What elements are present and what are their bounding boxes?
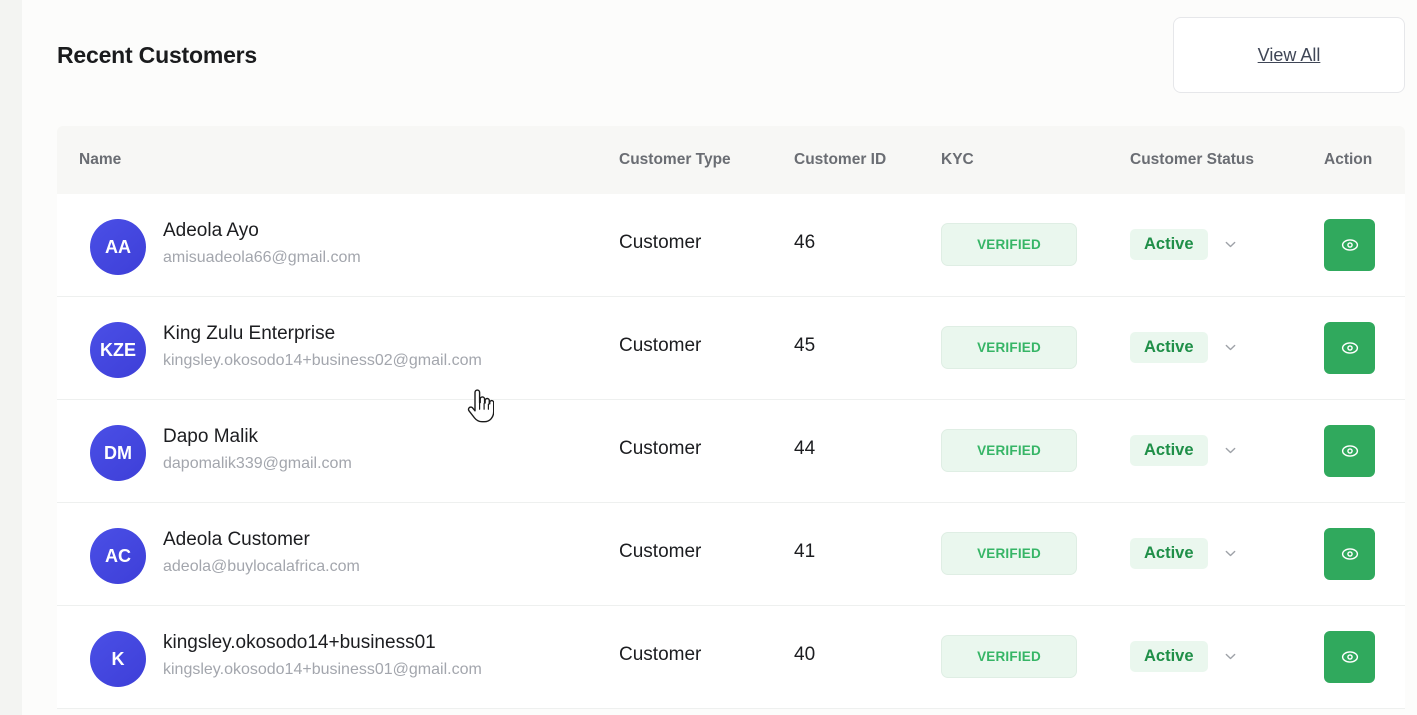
avatar: AA [90,219,146,275]
eye-icon [1341,548,1358,560]
kyc-badge: VERIFIED [941,223,1077,266]
customer-name: Adeola Ayo [163,220,259,241]
customer-email: kingsley.okosodo14+business02@gmail.com [163,352,482,369]
avatar: KZE [90,322,146,378]
chevron-down-icon[interactable] [1224,546,1238,560]
column-header-customer-type: Customer Type [619,151,731,168]
chevron-down-icon[interactable] [1224,340,1238,354]
eye-icon [1341,239,1358,251]
hand-pointer-icon [467,389,494,423]
customer-email: kingsley.okosodo14+business01@gmail.com [163,661,482,678]
avatar: DM [90,425,146,481]
column-header-name: Name [79,151,122,168]
status-dropdown[interactable]: Active [1130,537,1238,569]
view-customer-button[interactable] [1324,528,1375,580]
status-badge: Active [1130,434,1208,466]
kyc-badge: VERIFIED [941,532,1077,575]
chevron-down-icon[interactable] [1224,649,1238,663]
customer-name: King Zulu Enterprise [163,323,336,344]
customer-name: Adeola Customer [163,529,310,550]
column-header-action: Action [1324,151,1373,168]
customers-table: Name Customer Type Customer ID KYC Custo… [57,126,1405,709]
customer-type: Customer [619,438,702,459]
chevron-down-icon[interactable] [1224,237,1238,251]
customer-id: 44 [794,438,816,459]
avatar: K [90,631,146,687]
recent-customers-panel: Recent Customers View All Name Customer … [22,0,1417,715]
kyc-badge: VERIFIED [941,326,1077,369]
customer-email: amisuadeola66@gmail.com [163,249,361,266]
customer-email: adeola@buylocalafrica.com [163,558,360,575]
view-customer-button[interactable] [1324,219,1375,271]
kyc-badge: VERIFIED [941,635,1077,678]
status-badge: Active [1130,640,1208,672]
customer-id: 40 [794,644,816,665]
eye-icon [1341,445,1358,457]
page-title: Recent Customers [57,42,258,68]
view-customer-button[interactable] [1324,322,1375,374]
table-row: DM Dapo Malik dapomalik339@gmail.com Custom… [57,400,1405,503]
customer-id: 46 [794,232,816,253]
customer-id: 45 [794,335,816,356]
eye-icon [1341,342,1358,354]
status-badge: Active [1130,537,1208,569]
column-header-kyc: KYC [941,151,974,168]
view-customer-button[interactable] [1324,631,1375,683]
kyc-badge: VERIFIED [941,429,1077,472]
view-all-button[interactable]: View All [1173,17,1405,93]
status-dropdown[interactable]: Active [1130,434,1238,466]
column-header-customer-status: Customer Status [1130,151,1255,168]
eye-icon [1341,651,1358,663]
chevron-down-icon[interactable] [1224,443,1238,457]
customer-type: Customer [619,644,702,665]
table-row: AC Adeola Customer adeola@buylocalafrica.c… [57,503,1405,606]
avatar: AC [90,528,146,584]
status-dropdown[interactable]: Active [1130,331,1238,363]
customer-email: dapomalik339@gmail.com [163,455,352,472]
customer-type: Customer [619,541,702,562]
status-badge: Active [1130,228,1208,260]
status-badge: Active [1130,331,1208,363]
status-dropdown[interactable]: Active [1130,228,1238,260]
view-customer-button[interactable] [1324,425,1375,477]
status-dropdown[interactable]: Active [1130,640,1238,672]
column-header-customer-id: Customer ID [794,151,887,168]
customer-name: kingsley.okosodo14+business01 [163,632,436,653]
table-header: Name Customer Type Customer ID KYC Custo… [57,126,1405,194]
customer-id: 41 [794,541,816,562]
table-row: AA Adeola Ayo amisuadeola66@gmail.com Custo… [57,194,1405,297]
customer-type: Customer [619,335,702,356]
customer-type: Customer [619,232,702,253]
table-row: KZE King Zulu Enterprise kingsley.okosodo1… [57,297,1405,400]
table-body: AA Adeola Ayo amisuadeola66@gmail.com Custo… [57,194,1405,709]
sidebar-edge [0,0,22,715]
table-row: Kkingsley.okosodo14+business01 kingsley.o… [57,606,1405,709]
customer-name: Dapo Malik [163,426,259,447]
